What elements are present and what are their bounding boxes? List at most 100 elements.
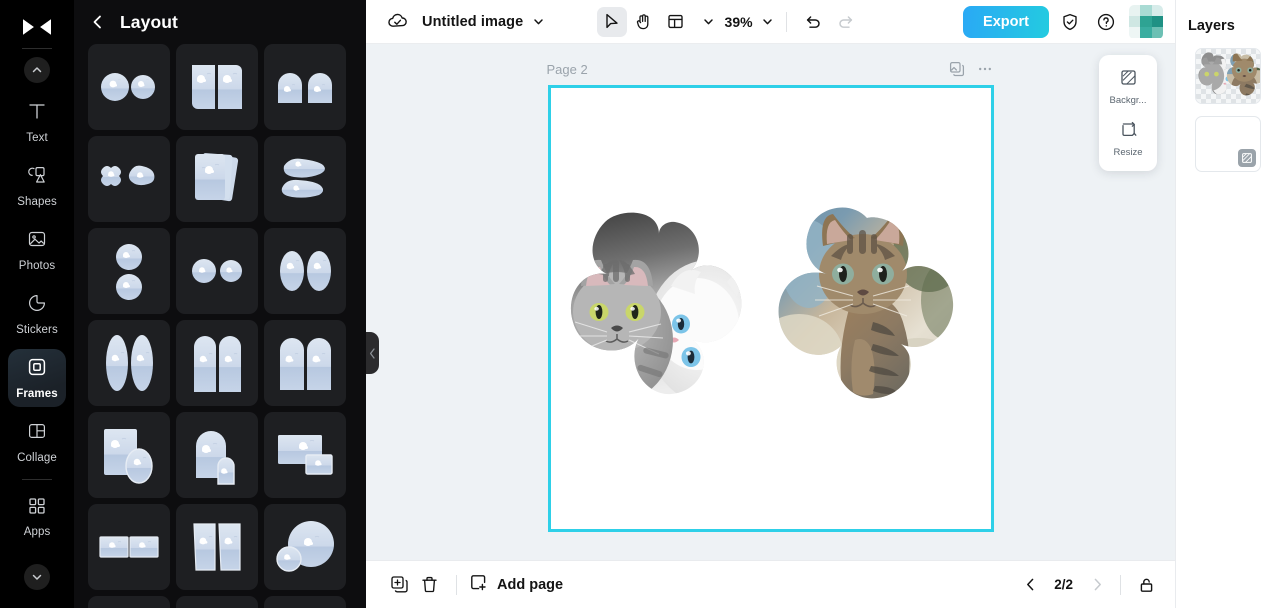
left-rail: Text Shapes Photos Stickers Frames Colla… — [0, 0, 74, 608]
add-page-label: Add page — [497, 576, 564, 593]
background-icon — [1119, 68, 1138, 92]
zoom-control[interactable]: 39% — [721, 14, 774, 30]
sidebar-item-label: Apps — [23, 526, 51, 538]
photo-two-cats-clover[interactable] — [559, 212, 759, 402]
photos-icon — [26, 228, 48, 255]
main-area: Untitled image 39% Export Page 2 Backgr.… — [366, 0, 1175, 608]
panel-collapse-handle[interactable] — [366, 332, 379, 374]
resize-button[interactable]: Resize — [1102, 115, 1154, 163]
layer-photos[interactable] — [1195, 48, 1261, 104]
panel-back-button[interactable] — [88, 12, 108, 32]
page-row-actions — [949, 61, 993, 77]
frame-partial-c[interactable] — [264, 596, 346, 608]
sidebar-item-label: Shapes — [17, 196, 57, 208]
top-toolbar: Untitled image 39% Export — [366, 0, 1175, 44]
chevron-down-icon[interactable] — [532, 15, 545, 28]
question-circle-icon[interactable] — [1091, 7, 1121, 37]
frame-two-eggs[interactable] — [264, 228, 346, 314]
hand-tool[interactable] — [629, 7, 659, 37]
layer-background[interactable] — [1195, 116, 1261, 172]
top-right-actions: Export — [963, 4, 1163, 39]
page-navigation: 2/2 — [1017, 570, 1161, 600]
sidebar-item-label: Frames — [16, 388, 58, 400]
frame-two-rounded-panels[interactable] — [176, 44, 258, 130]
frames-grid — [74, 44, 366, 608]
page-label-row: Page 2 — [547, 61, 993, 77]
frames-layout-panel: Layout — [74, 0, 366, 608]
frame-two-wide-arches[interactable] — [264, 320, 346, 406]
add-page-button[interactable]: Add page — [469, 573, 563, 596]
rail-divider-bottom — [22, 479, 52, 480]
text-icon — [26, 100, 48, 127]
sidebar-item-text[interactable]: Text — [8, 93, 66, 151]
frame-arch-plus-small-arch[interactable] — [176, 412, 258, 498]
background-label: Backgr... — [1109, 95, 1147, 106]
layout-grid-tool[interactable] — [661, 7, 691, 37]
export-button[interactable]: Export — [963, 5, 1049, 38]
layout-chevron-down-icon[interactable] — [702, 15, 715, 28]
zoom-chevron-down-icon[interactable] — [761, 15, 774, 28]
next-page-button[interactable] — [1084, 572, 1110, 598]
avatar[interactable] — [1128, 4, 1163, 39]
frame-cross-and-blob[interactable] — [88, 136, 170, 222]
rail-divider-top — [22, 48, 52, 49]
document-title[interactable]: Untitled image — [422, 14, 523, 30]
frame-two-small-circles[interactable] — [176, 228, 258, 314]
page-canvas[interactable] — [547, 85, 994, 532]
page-indicator: 2/2 — [1054, 577, 1073, 592]
pager-divider — [1120, 574, 1121, 595]
collage-icon — [26, 420, 48, 447]
resize-icon — [1119, 120, 1138, 144]
frame-two-tall-arches[interactable] — [176, 320, 258, 406]
sidebar-item-label: Photos — [18, 260, 56, 272]
sidebar-item-collage[interactable]: Collage — [8, 413, 66, 471]
sidebar-item-apps[interactable]: Apps — [8, 488, 66, 546]
frame-partial-b[interactable] — [176, 596, 258, 608]
frame-two-arches[interactable] — [264, 44, 346, 130]
stickers-icon — [26, 292, 48, 319]
frame-stacked-cards[interactable] — [176, 136, 258, 222]
panel-title: Layout — [120, 11, 178, 32]
frame-two-tall-rects[interactable] — [176, 504, 258, 590]
layers-title: Layers — [1188, 18, 1235, 34]
sidebar-item-label: Text — [26, 132, 48, 144]
frame-two-blobs[interactable] — [264, 136, 346, 222]
prev-page-button[interactable] — [1017, 572, 1043, 598]
duplicate-icon[interactable] — [384, 570, 414, 600]
sidebar-item-label: Stickers — [16, 324, 58, 336]
canvas-stage: Page 2 Backgr... Resize — [366, 44, 1175, 560]
undo-button[interactable] — [799, 7, 829, 37]
frame-big-small-circles[interactable] — [264, 504, 346, 590]
sidebar-item-shapes[interactable]: Shapes — [8, 157, 66, 215]
rail-bottom — [24, 560, 50, 600]
background-button[interactable]: Backgr... — [1102, 63, 1154, 111]
shapes-icon — [26, 164, 48, 191]
unlock-icon[interactable] — [1131, 570, 1161, 600]
canvas-tools: 39% — [596, 6, 861, 37]
sidebar-item-stickers[interactable]: Stickers — [8, 285, 66, 343]
photo-kitten-clover[interactable] — [769, 204, 965, 404]
frames-icon — [26, 356, 48, 383]
select-tool[interactable] — [596, 6, 627, 37]
layers-panel: Layers — [1175, 0, 1280, 608]
capcut-logo[interactable] — [15, 12, 59, 42]
frame-partial-a[interactable] — [88, 596, 170, 608]
more-horizontal-icon[interactable] — [977, 61, 993, 77]
frame-stacked-circles[interactable] — [88, 228, 170, 314]
cloud-saved-icon[interactable] — [384, 9, 410, 35]
redo-button[interactable] — [831, 7, 861, 37]
shield-check-icon[interactable] — [1055, 7, 1085, 37]
rail-collapse-down-button[interactable] — [24, 564, 50, 590]
sidebar-item-frames[interactable]: Frames — [8, 349, 66, 407]
sidebar-item-photos[interactable]: Photos — [8, 221, 66, 279]
duplicate-page-icon[interactable] — [949, 61, 965, 77]
frame-two-wide-rects[interactable] — [88, 504, 170, 590]
rail-collapse-up-button[interactable] — [24, 57, 50, 83]
frame-two-circles[interactable] — [88, 44, 170, 130]
frame-two-tall-ovals[interactable] — [88, 320, 170, 406]
resize-label: Resize — [1113, 147, 1143, 158]
frame-wide-plus-small-rect[interactable] — [264, 412, 346, 498]
frame-rect-plus-oval[interactable] — [88, 412, 170, 498]
trash-icon[interactable] — [414, 570, 444, 600]
background-badge — [1238, 149, 1256, 167]
